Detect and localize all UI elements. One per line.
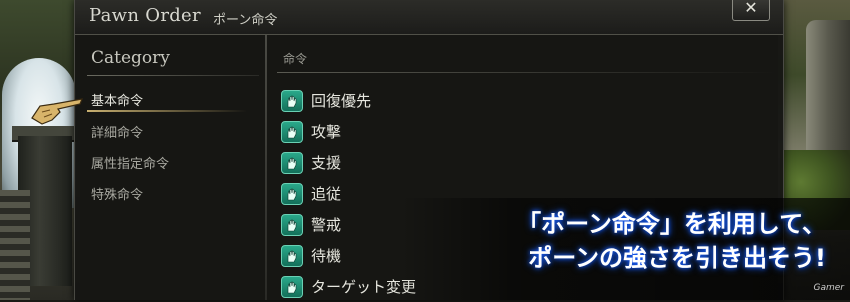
command-label: 待機 bbox=[311, 247, 342, 265]
category-item-detailed[interactable]: 詳細命令 bbox=[91, 122, 143, 141]
caption-line-2: ポーンの強さを引き出そう! bbox=[528, 244, 826, 272]
pawn-hand-icon bbox=[281, 275, 303, 298]
category-item-basic[interactable]: 基本命令 bbox=[91, 90, 143, 109]
watermark-logo: Gamer bbox=[813, 283, 845, 293]
caption-line-1: 「ポーン命令」を利用して、 bbox=[517, 210, 826, 238]
pawn-hand-icon bbox=[281, 120, 303, 143]
pawn-hand-icon bbox=[281, 244, 303, 267]
pawn-hand-icon bbox=[281, 151, 303, 174]
command-label: 追従 bbox=[311, 185, 342, 203]
command-list: 回復優先 攻撃 支援 追従 警戒 待機 ターゲット変更 bbox=[281, 85, 416, 302]
category-header: Category bbox=[91, 48, 170, 68]
background-rock bbox=[806, 20, 850, 170]
background-stairs bbox=[0, 190, 30, 300]
close-button[interactable]: ✕ bbox=[732, 0, 770, 21]
category-item-special[interactable]: 特殊命令 bbox=[91, 184, 143, 203]
window-subtitle: ポーン命令 bbox=[213, 13, 278, 28]
category-panel: Category 基本命令 詳細命令 属性指定命令 特殊命令 bbox=[75, 35, 265, 300]
command-divider bbox=[277, 72, 777, 73]
command-label: 回復優先 bbox=[311, 92, 372, 110]
category-item-attribute[interactable]: 属性指定命令 bbox=[91, 153, 169, 172]
pawn-hand-icon bbox=[281, 89, 303, 112]
command-item-wait[interactable]: 待機 bbox=[281, 240, 416, 271]
command-item-recovery[interactable]: 回復優先 bbox=[281, 85, 416, 116]
caption-banner: 「ポーン命令」を利用して、 ポーンの強さを引き出そう! bbox=[400, 198, 850, 300]
command-item-change-target[interactable]: ターゲット変更 bbox=[281, 271, 416, 302]
command-label: 攻撃 bbox=[311, 123, 342, 141]
pawn-hand-icon bbox=[281, 213, 303, 236]
command-item-attack[interactable]: 攻撃 bbox=[281, 116, 416, 147]
command-label: 支援 bbox=[311, 154, 342, 172]
pawn-hand-icon bbox=[281, 182, 303, 205]
category-divider bbox=[87, 75, 259, 76]
command-label: 警戒 bbox=[311, 216, 342, 234]
command-item-support[interactable]: 支援 bbox=[281, 147, 416, 178]
pointing-hand-cursor-icon bbox=[31, 98, 83, 125]
command-item-follow[interactable]: 追従 bbox=[281, 178, 416, 209]
command-header: 命令 bbox=[283, 52, 308, 66]
command-item-guard[interactable]: 警戒 bbox=[281, 209, 416, 240]
category-selection-highlight bbox=[87, 110, 247, 112]
window-titlebar: Pawn Order ポーン命令 ✕ bbox=[75, 0, 783, 35]
window-title: Pawn Order bbox=[89, 5, 201, 26]
